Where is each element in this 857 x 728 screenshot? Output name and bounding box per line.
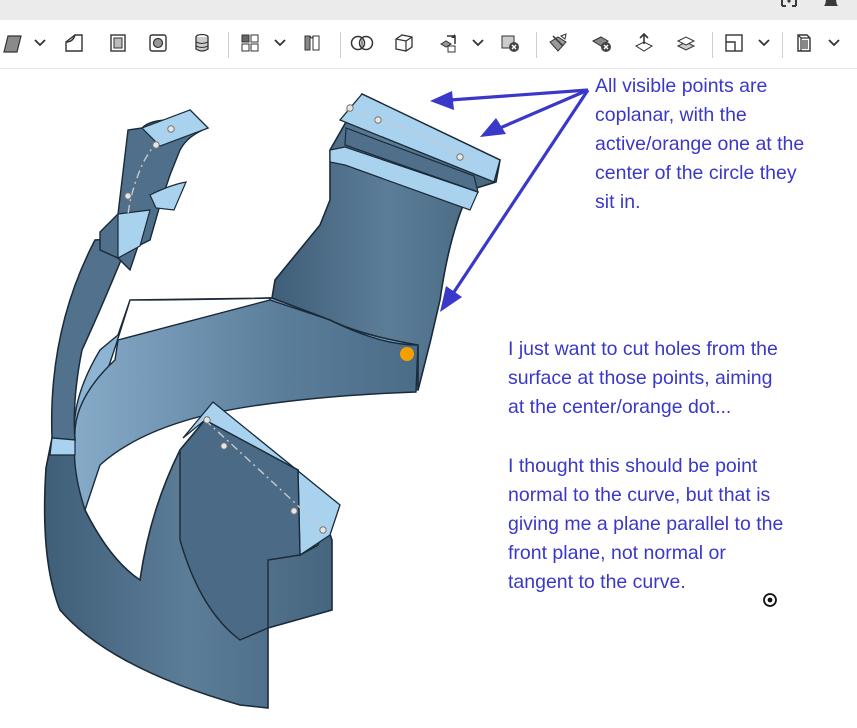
display-mode-icon[interactable]: [792, 30, 816, 56]
annotation-cut-holes: I just want to cut holes from the surfac…: [508, 338, 778, 418]
sketch-point: [220, 442, 228, 450]
sheet-metal-icon[interactable]: [300, 30, 324, 56]
offset-surface-icon[interactable]: [674, 30, 698, 56]
annotation-point-normal: I thought this should be point normal to…: [508, 455, 784, 593]
section-view-icon[interactable]: [722, 30, 746, 56]
dropdown-chevron-icon[interactable]: [828, 34, 840, 52]
sketch-point: [456, 153, 464, 161]
dropdown-chevron-icon[interactable]: [34, 34, 46, 52]
toolbar-separator: [228, 32, 229, 58]
sketch-point: [346, 104, 354, 112]
extrude-icon[interactable]: [0, 30, 24, 56]
expand-icon[interactable]: [778, 0, 800, 12]
toolbar-separator: [782, 32, 783, 58]
dropdown-chevron-icon[interactable]: [274, 34, 286, 52]
active-center-point: [400, 347, 414, 361]
dropdown-chevron-icon[interactable]: [758, 34, 770, 52]
dropdown-chevron-icon[interactable]: [472, 34, 484, 52]
top-strip: [0, 0, 857, 20]
sketch-point: [203, 416, 211, 424]
cylinder-icon[interactable]: [190, 30, 214, 56]
sketch-point: [374, 116, 382, 124]
fillet-icon[interactable]: [62, 30, 86, 56]
feature-toolbar: [0, 20, 857, 69]
annotation-coplanar-points: All visible points are coplanar, with th…: [595, 75, 805, 213]
delete-part-icon[interactable]: [498, 30, 522, 56]
sketch-point: [167, 125, 175, 133]
move-face-icon[interactable]: [632, 30, 656, 56]
toolbar-separator: [340, 32, 341, 58]
pattern-icon[interactable]: [238, 30, 262, 56]
cad-app-window: All visible points are coplanar, with th…: [0, 0, 857, 728]
sketch-point: [290, 507, 298, 515]
shell-icon[interactable]: [106, 30, 130, 56]
boolean-icon[interactable]: [350, 30, 374, 56]
bell-icon[interactable]: [820, 0, 842, 12]
hole-icon[interactable]: [146, 30, 170, 56]
sketch-point: [319, 526, 327, 534]
sketch-point: [152, 141, 160, 149]
delete-face-icon[interactable]: [590, 30, 614, 56]
toolbar-separator: [536, 32, 537, 58]
toolbar-separator: [712, 32, 713, 58]
sketch-point: [124, 192, 132, 200]
transform-icon[interactable]: [436, 30, 460, 56]
plane-icon[interactable]: [392, 30, 416, 56]
split-icon[interactable]: [546, 30, 570, 56]
